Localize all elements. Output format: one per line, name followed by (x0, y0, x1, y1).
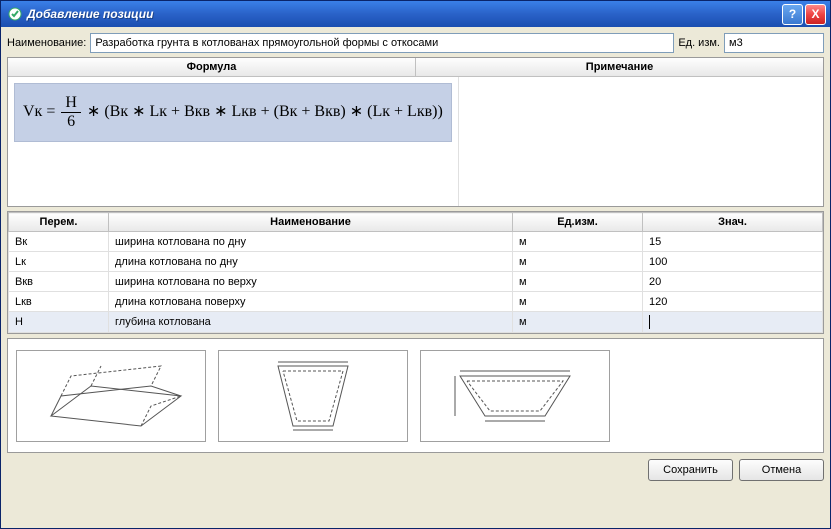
cell-unit[interactable]: м (513, 312, 643, 333)
note-header: Примечание (416, 58, 823, 76)
name-label: Наименование: (7, 37, 86, 49)
app-icon (7, 6, 23, 22)
cell-name[interactable]: длина котлована по дну (109, 252, 513, 272)
cell-unit[interactable]: м (513, 232, 643, 252)
note-cell[interactable] (459, 77, 823, 206)
cell-val[interactable]: 100 (643, 252, 823, 272)
cell-name[interactable]: ширина котлована по дну (109, 232, 513, 252)
cell-unit[interactable]: м (513, 272, 643, 292)
table-row[interactable]: Lкдлина котлована по днум100 (9, 252, 823, 272)
titlebar[interactable]: Добавление позиции ? X (1, 1, 830, 27)
cell-var[interactable]: Lкв (9, 292, 109, 312)
col-unit-header[interactable]: Ед.изм. (513, 213, 643, 232)
diagram-section-icon[interactable] (420, 350, 610, 442)
diagram-3d-icon[interactable] (16, 350, 206, 442)
images-panel (7, 338, 824, 453)
table-row[interactable]: Hглубина котлованам (9, 312, 823, 333)
cell-var[interactable]: Bк (9, 232, 109, 252)
cell-var[interactable]: H (9, 312, 109, 333)
col-val-header[interactable]: Знач. (643, 213, 823, 232)
table-row[interactable]: Lквдлина котлована поверхум120 (9, 292, 823, 312)
cell-name[interactable]: ширина котлована по верху (109, 272, 513, 292)
cell-unit[interactable]: м (513, 252, 643, 272)
formula-expression: Vк = H 6 ∗ (Bк ∗ Lк + Bкв ∗ Lкв + (Bк + … (14, 83, 452, 142)
cell-val[interactable]: 20 (643, 272, 823, 292)
variables-table: Перем. Наименование Ед.изм. Знач. Bкшири… (8, 212, 823, 333)
col-var-header[interactable]: Перем. (9, 213, 109, 232)
variables-panel: Перем. Наименование Ед.изм. Знач. Bкшири… (7, 211, 824, 334)
unit-label: Ед. изм. (678, 37, 720, 49)
save-button[interactable]: Сохранить (648, 459, 733, 481)
window-title: Добавление позиции (27, 7, 782, 21)
formula-header: Формула (8, 58, 416, 76)
name-input[interactable] (90, 33, 674, 53)
table-row[interactable]: Bквширина котлована по верхум20 (9, 272, 823, 292)
button-row: Сохранить Отмена (7, 457, 824, 481)
unit-input[interactable] (724, 33, 824, 53)
cancel-button[interactable]: Отмена (739, 459, 824, 481)
formula-panel: Формула Примечание Vк = H 6 ∗ (Bк ∗ Lк +… (7, 57, 824, 207)
formula-cell[interactable]: Vк = H 6 ∗ (Bк ∗ Lк + Bкв ∗ Lкв + (Bк + … (8, 77, 459, 206)
cell-name[interactable]: длина котлована поверху (109, 292, 513, 312)
table-row[interactable]: Bкширина котлована по днум15 (9, 232, 823, 252)
help-button[interactable]: ? (782, 4, 803, 25)
cell-val[interactable] (643, 312, 823, 333)
cell-val[interactable]: 120 (643, 292, 823, 312)
col-name-header[interactable]: Наименование (109, 213, 513, 232)
cell-var[interactable]: Bкв (9, 272, 109, 292)
diagram-side-icon[interactable] (218, 350, 408, 442)
cell-name[interactable]: глубина котлована (109, 312, 513, 333)
dialog-window: Добавление позиции ? X Наименование: Ед.… (0, 0, 831, 529)
name-row: Наименование: Ед. изм. (7, 33, 824, 53)
cell-unit[interactable]: м (513, 292, 643, 312)
cell-var[interactable]: Lк (9, 252, 109, 272)
content-area: Наименование: Ед. изм. Формула Примечани… (1, 27, 830, 528)
cell-val[interactable]: 15 (643, 232, 823, 252)
close-button[interactable]: X (805, 4, 826, 25)
